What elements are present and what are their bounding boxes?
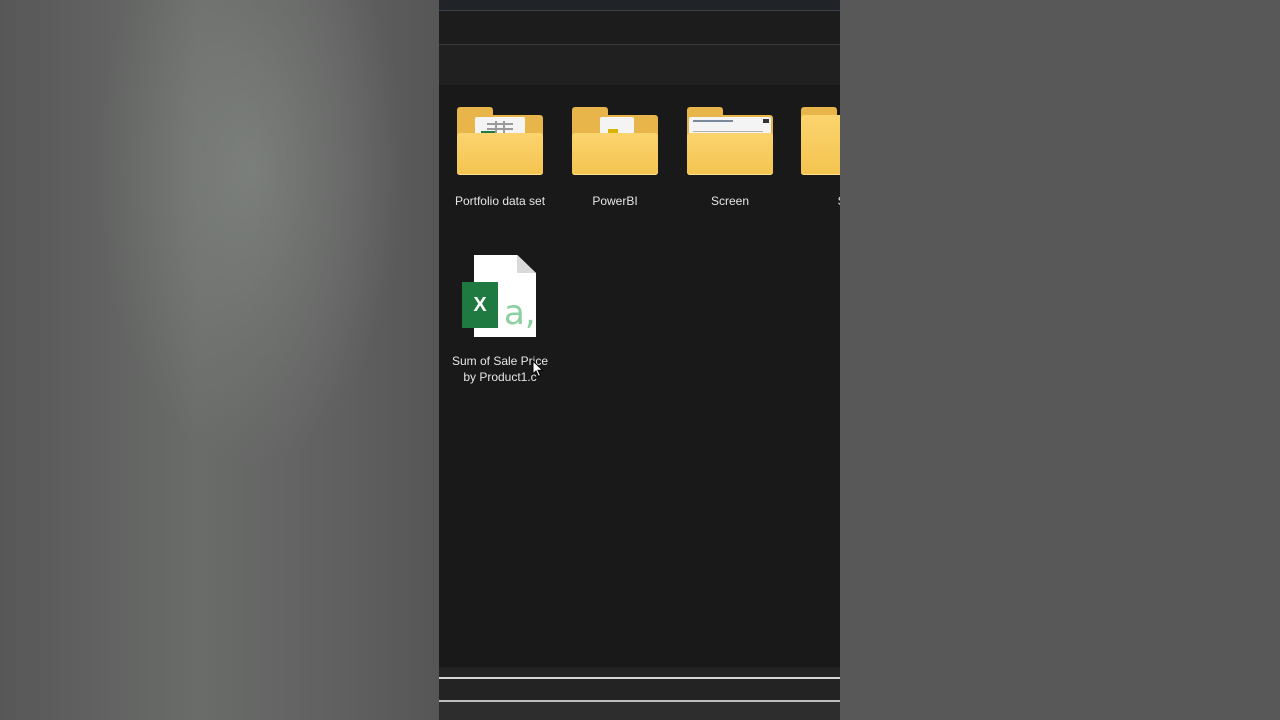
folder-label: Portfolio data set [454, 194, 546, 208]
command-toolbar [439, 11, 840, 45]
excel-csv-icon: X a, [462, 255, 538, 339]
csv-glyph: a, [504, 293, 536, 333]
file-view: Portfolio data set PowerBI Screen X a, S… [439, 85, 840, 667]
address-bar[interactable] [439, 45, 840, 85]
folder-icon [801, 107, 840, 175]
folder-icon [687, 107, 773, 175]
folder-icon [572, 107, 658, 175]
folder-item-portfolio-data-set[interactable]: Portfolio data set [442, 107, 558, 209]
folder-item-partial[interactable]: Sh [787, 107, 840, 209]
desktop-background-right [840, 0, 1280, 720]
desktop-background-left [0, 0, 439, 720]
excel-badge: X [462, 282, 498, 328]
folder-label: Screen [710, 194, 750, 208]
file-explorer-window: Portfolio data set PowerBI Screen X a, S… [439, 0, 840, 720]
folder-icon [457, 107, 543, 175]
folder-item-screen[interactable]: Screen [672, 107, 788, 209]
folder-label: Sh [787, 193, 840, 209]
folder-item-powerbi[interactable]: PowerBI [557, 107, 673, 209]
status-bar [439, 667, 840, 720]
folder-label: PowerBI [592, 194, 638, 208]
title-bar[interactable] [439, 0, 840, 11]
